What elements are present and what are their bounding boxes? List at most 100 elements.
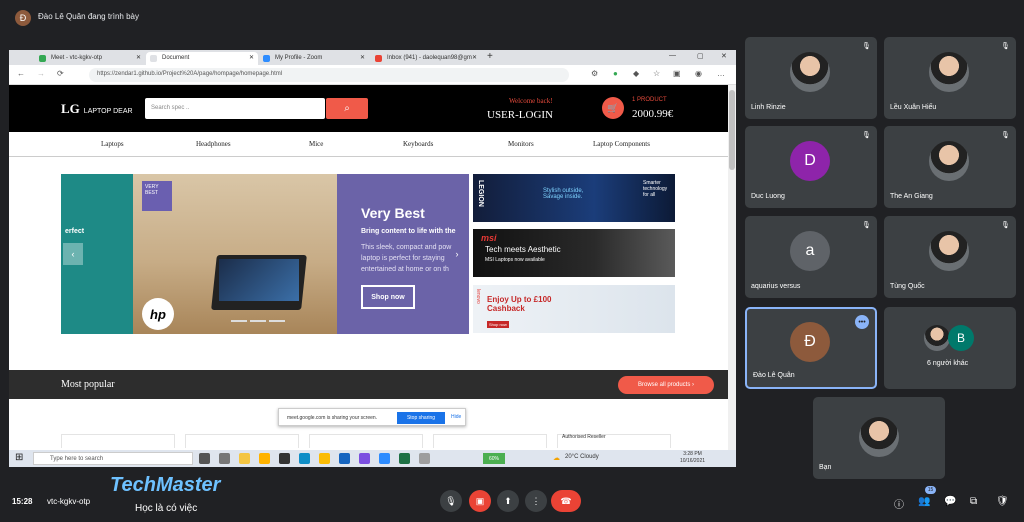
carousel-dot[interactable] bbox=[269, 320, 285, 322]
taskbar-clock[interactable]: 3:28 PM 10/16/2021 bbox=[680, 451, 705, 465]
document-icon bbox=[150, 55, 157, 62]
close-icon[interactable]: ✕ bbox=[136, 54, 141, 61]
carousel-prev-arrow[interactable]: ‹ bbox=[63, 243, 83, 265]
search-icon: ⌕ bbox=[344, 103, 350, 114]
collections-icon[interactable]: ▣ bbox=[673, 69, 681, 78]
product-card[interactable] bbox=[433, 434, 547, 448]
more-options-button[interactable]: ••• bbox=[855, 315, 869, 329]
cart-count: 1 PRODUCT bbox=[632, 97, 667, 103]
file-explorer-icon[interactable] bbox=[239, 453, 250, 464]
participant-tile[interactable]: 🎙 Linh Rinzie bbox=[745, 37, 877, 119]
participant-tile-presenter[interactable]: ••• Đ Đào Lê Quân bbox=[745, 307, 877, 389]
nav-keyboards[interactable]: Keyboards bbox=[403, 140, 433, 148]
zoom-icon[interactable] bbox=[379, 453, 390, 464]
browser-tab-meet[interactable]: Meet - vtc-kgkv-otp ✕ bbox=[35, 52, 145, 65]
participant-tile[interactable]: 🎙 a aquarius versus bbox=[745, 216, 877, 298]
reload-icon[interactable]: ⟳ bbox=[57, 69, 64, 78]
product-card[interactable] bbox=[185, 434, 299, 448]
activities-icon[interactable]: ⧉ bbox=[970, 496, 977, 507]
profile-icon[interactable]: ◉ bbox=[695, 69, 702, 78]
lenovo-ad[interactable]: lenovo Enjoy Up to £100 Cashback Shop no… bbox=[473, 285, 675, 333]
task-view-icon[interactable] bbox=[219, 453, 230, 464]
meeting-code[interactable]: vtc-kgkv-otp bbox=[47, 497, 90, 506]
store-icon[interactable] bbox=[279, 453, 290, 464]
camera-button[interactable]: ▣ bbox=[469, 490, 491, 512]
stop-sharing-button[interactable]: Stop sharing bbox=[397, 412, 445, 424]
leave-call-button[interactable]: ☎ bbox=[551, 490, 581, 512]
battery-indicator[interactable]: 60% bbox=[483, 453, 505, 464]
edge-icon[interactable] bbox=[299, 453, 310, 464]
participant-avatar: D bbox=[790, 141, 830, 181]
meeting-clock: 15:28 bbox=[12, 497, 33, 506]
browser-tab-document[interactable]: Document ✕ bbox=[146, 52, 258, 65]
participant-tile[interactable]: 🎙 Lều Xuân Hiếu bbox=[884, 37, 1016, 119]
new-tab-icon[interactable]: + bbox=[487, 51, 493, 62]
participant-tile[interactable]: 🎙 D Duc Luong bbox=[745, 126, 877, 208]
windows-start-icon[interactable]: ⊞ bbox=[15, 452, 23, 463]
maximize-icon[interactable]: ▢ bbox=[697, 52, 704, 60]
legion-ad[interactable]: LEGION Stylish outside, Savage inside. S… bbox=[473, 174, 675, 222]
folder-icon[interactable] bbox=[259, 453, 270, 464]
back-icon[interactable]: ← bbox=[17, 69, 25, 78]
carousel-next-arrow[interactable]: › bbox=[447, 243, 467, 265]
menu-icon[interactable]: … bbox=[717, 69, 725, 78]
minimize-icon[interactable]: — bbox=[669, 52, 676, 59]
self-tile[interactable]: Bạn bbox=[813, 397, 945, 479]
present-button[interactable]: ⬆ bbox=[497, 490, 519, 512]
nav-mice[interactable]: Mice bbox=[309, 140, 323, 148]
close-icon[interactable]: ✕ bbox=[249, 54, 254, 61]
msi-ad[interactable]: msi Tech meets Aesthetic MSI Laptops now… bbox=[473, 229, 675, 277]
window-close-icon[interactable]: ✕ bbox=[721, 52, 727, 60]
extension-icon[interactable]: ● bbox=[613, 69, 618, 78]
app-icon[interactable] bbox=[339, 453, 350, 464]
participant-tile[interactable]: 🎙 The An Giang bbox=[884, 126, 1016, 208]
site-logo[interactable]: LG LAPTOP DEAR bbox=[61, 101, 133, 117]
chrome-icon[interactable] bbox=[319, 453, 330, 464]
extension-icon[interactable]: ◆ bbox=[633, 69, 639, 78]
favorite-icon[interactable]: ☆ bbox=[653, 69, 660, 78]
extension-icon[interactable]: ⚙ bbox=[591, 69, 598, 78]
others-tile[interactable]: B 6 người khác bbox=[884, 307, 1016, 389]
participant-avatar: B bbox=[948, 325, 974, 351]
hide-link[interactable]: Hide bbox=[451, 414, 461, 420]
chat-icon[interactable]: 💬 bbox=[944, 496, 956, 507]
more-vert-icon: ⋮ bbox=[531, 495, 541, 506]
messenger-icon[interactable] bbox=[359, 453, 370, 464]
more-options-button[interactable]: ⋮ bbox=[525, 490, 547, 512]
weather-text[interactable]: 20°C Cloudy bbox=[565, 454, 599, 460]
shop-now-button[interactable]: Shop now bbox=[361, 285, 415, 309]
taskbar-search[interactable]: Type here to search bbox=[33, 452, 193, 465]
app-icon[interactable] bbox=[419, 453, 430, 464]
nav-laptops[interactable]: Laptops bbox=[101, 140, 124, 148]
most-popular-title: Most popular bbox=[61, 379, 115, 390]
windows-taskbar: ⊞ Type here to search 60% ☁ 20°C Cloudy … bbox=[9, 450, 736, 467]
host-controls-icon[interactable]: 🛡 bbox=[996, 496, 1009, 507]
url-field[interactable]: https://zendar1.github.io/Project%20A/pa… bbox=[89, 68, 569, 82]
forward-icon[interactable]: → bbox=[37, 69, 45, 78]
close-icon[interactable]: ✕ bbox=[360, 54, 365, 61]
user-login-link[interactable]: USER-LOGIN bbox=[487, 109, 553, 121]
browse-all-button[interactable]: Browse all products › bbox=[618, 376, 714, 394]
carousel-dot[interactable] bbox=[250, 320, 266, 322]
nav-headphones[interactable]: Headphones bbox=[196, 140, 231, 148]
site-search-input[interactable]: Search spec .. bbox=[145, 98, 325, 119]
cart-button[interactable]: 🛒 bbox=[602, 97, 624, 119]
cortana-icon[interactable] bbox=[199, 453, 210, 464]
carousel-dot[interactable] bbox=[231, 320, 247, 322]
browser-tab-zoom[interactable]: My Profile - Zoom ✕ bbox=[259, 52, 369, 65]
info-icon[interactable]: ⓘ bbox=[894, 496, 904, 511]
meet-icon bbox=[39, 55, 46, 62]
excel-icon[interactable] bbox=[399, 453, 410, 464]
browser-tab-gmail[interactable]: Inbox (941) - daolequan98@gm ✕ bbox=[371, 52, 481, 65]
product-card[interactable] bbox=[309, 434, 423, 448]
search-button[interactable]: ⌕ bbox=[326, 98, 368, 119]
nav-monitors[interactable]: Monitors bbox=[508, 140, 534, 148]
address-bar: ← → ⟳ https://zendar1.github.io/Project%… bbox=[9, 65, 736, 85]
nav-laptop-components[interactable]: Laptop Components bbox=[593, 140, 650, 148]
product-card[interactable] bbox=[61, 434, 175, 448]
mic-button[interactable]: 🎙 bbox=[440, 490, 462, 512]
participant-tile[interactable]: 🎙 Tùng Quốc bbox=[884, 216, 1016, 298]
people-icon[interactable]: 👥 bbox=[918, 496, 930, 507]
close-icon[interactable]: ✕ bbox=[472, 54, 477, 61]
scrollbar-thumb[interactable] bbox=[729, 90, 735, 170]
